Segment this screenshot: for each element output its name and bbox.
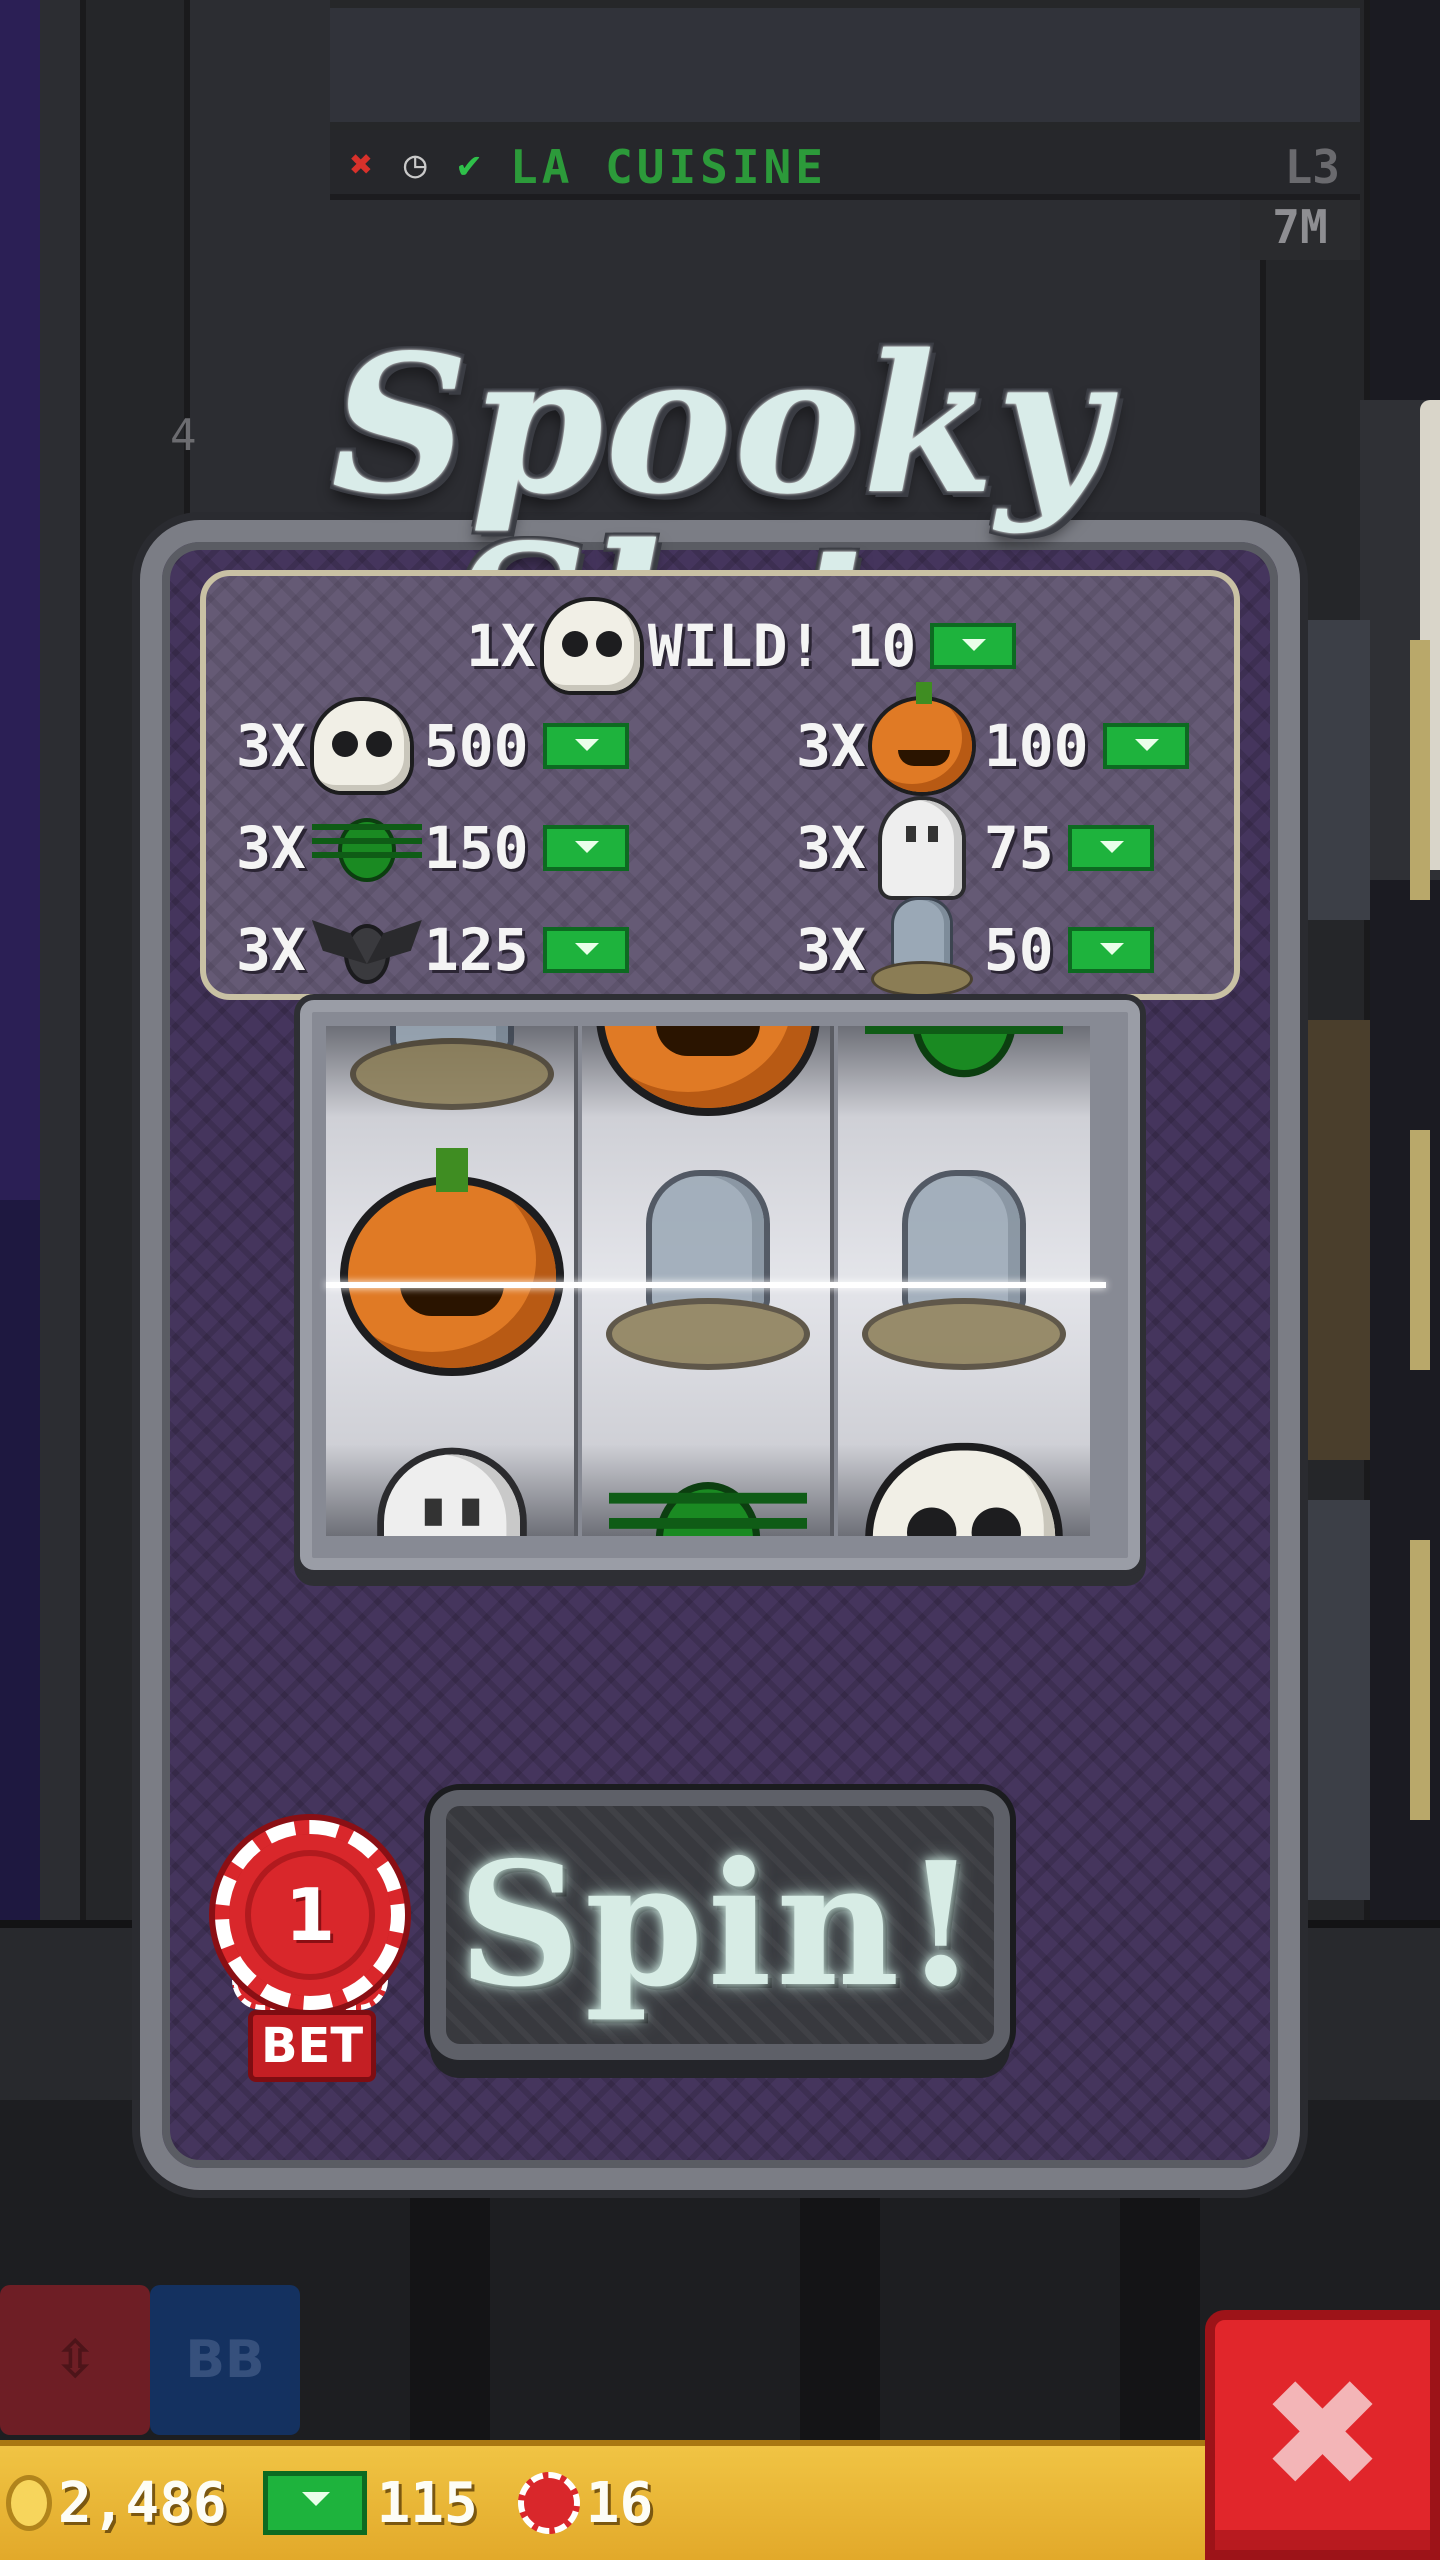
bat-icon xyxy=(312,910,412,990)
floor-band-top xyxy=(330,0,1360,130)
skull-icon xyxy=(872,1450,1056,1536)
close-button[interactable]: ✖ xyxy=(1205,2310,1440,2560)
skull-icon xyxy=(543,601,640,691)
bitbook-label: BB xyxy=(185,2330,265,2390)
paytable-row-spider: 3X 150 xyxy=(236,798,629,898)
check-icon: ✔ xyxy=(457,142,485,186)
clock-icon: ◷ xyxy=(403,142,431,186)
row-multiplier: 3X xyxy=(796,814,866,882)
reel-1 xyxy=(326,1026,578,1536)
floor-number: 4 xyxy=(170,410,197,461)
pumpkin-icon xyxy=(871,682,972,792)
chips-count: 16 xyxy=(585,2470,654,2536)
coin-icon xyxy=(6,2475,52,2531)
decor-shelf xyxy=(1410,1130,1430,1370)
paytable-row-bat: 3X 125 xyxy=(236,900,629,1000)
floor-level: L3 xyxy=(1284,140,1340,194)
pumpkin-icon xyxy=(348,1148,556,1368)
tombstone-icon xyxy=(873,900,970,1000)
cash-icon xyxy=(542,723,629,769)
wild-payout: 10 xyxy=(846,612,917,680)
spider-icon xyxy=(865,1026,1063,1088)
row-payout: 125 xyxy=(423,916,529,984)
chip-icon xyxy=(517,2472,580,2534)
pumpkin-icon xyxy=(604,1026,812,1108)
ghost-icon xyxy=(881,800,962,896)
tombstone-icon xyxy=(356,1026,548,1116)
decor-shelf xyxy=(1410,1540,1430,1820)
floor-name: LA CUISINE xyxy=(510,140,827,194)
row-payout: 150 xyxy=(423,814,529,882)
row-payout: 50 xyxy=(983,916,1054,984)
floor-segment xyxy=(1300,1500,1370,1900)
cash-icon xyxy=(542,927,629,973)
tombstone-icon xyxy=(612,1176,804,1376)
cash-icon xyxy=(542,825,629,871)
row-multiplier: 3X xyxy=(236,916,306,984)
paytable: 1X WILD! 10 3X 500 3X 100 3X 150 3X 75 3… xyxy=(200,570,1240,1000)
slot-reels xyxy=(300,1000,1140,1570)
skull-icon xyxy=(313,701,410,791)
paytable-row-tombstone: 3X 50 xyxy=(796,900,1154,1000)
elevator-updown-button[interactable]: ⇳ xyxy=(0,2285,150,2435)
row-multiplier: 3X xyxy=(796,916,866,984)
bux-icon xyxy=(262,2471,367,2535)
bux-count: 115 xyxy=(376,2470,478,2536)
spin-button[interactable]: Spin! xyxy=(430,1790,1010,2060)
cash-icon xyxy=(930,623,1017,669)
reel-3 xyxy=(838,1026,1090,1536)
cash-icon xyxy=(1067,825,1154,871)
row-payout: 100 xyxy=(983,712,1089,780)
cash-icon xyxy=(1102,723,1189,769)
payline xyxy=(326,1282,1106,1288)
row-payout: 500 xyxy=(423,712,529,780)
spider-icon xyxy=(609,1464,807,1536)
ghost-icon xyxy=(384,1454,520,1536)
spider-icon xyxy=(311,808,422,888)
bet-chip-button[interactable]: 1 xyxy=(215,1820,405,2010)
stock-empty-icon: ✖ xyxy=(350,142,377,186)
row-multiplier: 3X xyxy=(796,712,866,780)
wild-label: WILD! xyxy=(647,612,823,680)
paytable-wild-row: 1X WILD! 10 xyxy=(466,596,1017,696)
bet-label[interactable]: BET xyxy=(248,2010,376,2082)
bet-value: 1 xyxy=(284,1873,336,1957)
decor-shelf xyxy=(1410,640,1430,900)
coins-count: 2,486 xyxy=(58,2470,227,2536)
floor-segment xyxy=(1300,1020,1370,1460)
floor-sign[interactable]: ✖ ◷ ✔ LA CUISINE L3 xyxy=(330,130,1360,200)
cash-icon xyxy=(1067,927,1154,973)
paytable-row-ghost: 3X 75 xyxy=(796,798,1154,898)
row-multiplier: 3X xyxy=(236,712,306,780)
row-payout: 75 xyxy=(983,814,1054,882)
bitbook-button[interactable]: BB xyxy=(150,2285,300,2435)
floor-segment xyxy=(1300,620,1370,920)
reel-2 xyxy=(582,1026,834,1536)
updown-arrow-icon: ⇳ xyxy=(53,2330,97,2390)
spin-label: Spin! xyxy=(457,1825,983,2025)
paytable-row-pumpkin: 3X 100 xyxy=(796,682,1189,796)
currency-bar: 2,486 115 16 xyxy=(0,2440,1210,2560)
wild-multiplier: 1X xyxy=(466,612,536,680)
tombstone-icon xyxy=(868,1176,1060,1376)
paytable-row-skull: 3X 500 xyxy=(236,696,629,796)
floor-price: 7M xyxy=(1240,200,1360,260)
close-icon: ✖ xyxy=(1259,2348,1386,2522)
row-multiplier: 3X xyxy=(236,814,306,882)
